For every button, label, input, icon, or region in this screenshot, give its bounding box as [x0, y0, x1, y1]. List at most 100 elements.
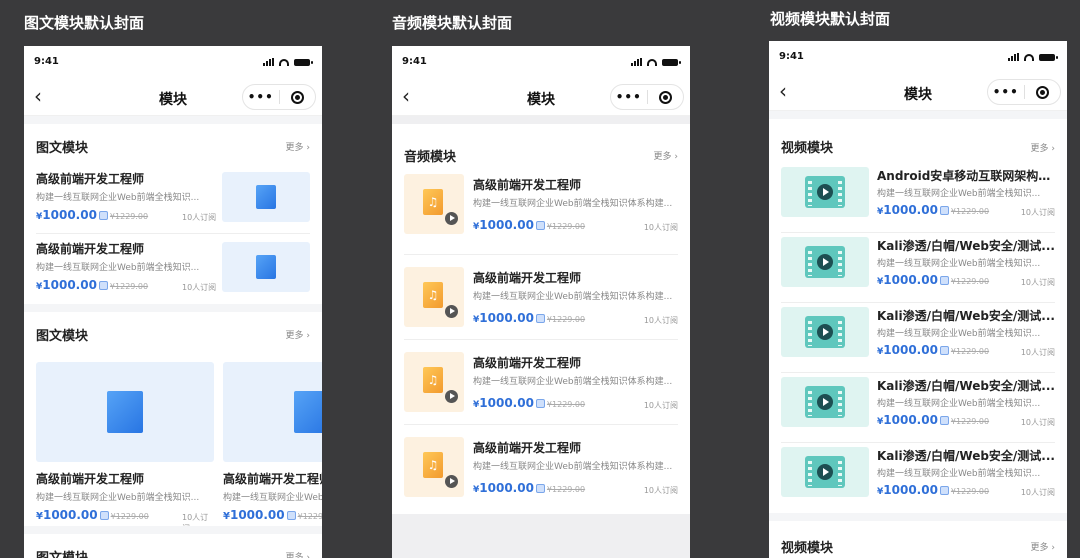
list-item[interactable]: Kali渗透/白帽/Web安全/测试... 构建一线互联网企业Web前端全栈知识…: [781, 373, 1055, 443]
status-time: 9:41: [402, 56, 427, 67]
item-desc: 构建一线互联网企业Web前端全栈知识...: [877, 189, 1041, 199]
music-file-icon: ♫: [423, 282, 443, 308]
document-icon: [294, 391, 322, 433]
audio-thumbnail: ♫: [404, 352, 464, 412]
card-title: 高级前端开发工程师: [36, 472, 145, 486]
play-icon: [445, 305, 458, 318]
more-link[interactable]: 更多 ›: [1031, 540, 1055, 553]
list-item[interactable]: ♫ 高级前端开发工程师 构建一线互联网企业Web前端全栈知识体系构建... ¥1…: [404, 170, 678, 255]
list-item[interactable]: ♫ 高级前端开发工程师 构建一线互联网企业Web前端全栈知识体系构建... ¥1…: [404, 255, 678, 340]
audio-thumbnail: ♫: [404, 174, 464, 234]
item-price: ¥1000.00 ¥1229.00: [473, 481, 586, 495]
video-phone: 9:41 ‹ 模块 ••• 视频模块 更多 › Android安卓移动互联网架构…: [769, 41, 1067, 558]
video-thumbnail: [781, 377, 869, 427]
item-desc: 构建一线互联网企业Web前端全栈知识...: [877, 469, 1041, 479]
list-item[interactable]: Kali渗透/白帽/Web安全/测试... 构建一线互联网企业Web前端全栈知识…: [781, 233, 1055, 303]
video-thumbnail: [781, 307, 869, 357]
battery-icon: [294, 59, 313, 66]
more-link[interactable]: 更多 ›: [286, 328, 310, 341]
item-title: 高级前端开发工程师: [473, 271, 582, 285]
doc-thumbnail: [222, 242, 310, 292]
nav-bar: ‹ 模块 •••: [769, 73, 1067, 111]
document-icon: [256, 255, 276, 279]
close-target-icon[interactable]: [1025, 85, 1061, 99]
item-title: Kali渗透/白帽/Web安全/测试...: [877, 379, 1055, 393]
item-price: ¥1000.00 ¥1229.00: [473, 311, 586, 325]
vip-icon: [939, 206, 949, 215]
item-title: Kali渗透/白帽/Web安全/测试...: [877, 449, 1055, 463]
item-price: ¥1000.00 ¥1229.00: [877, 413, 990, 427]
item-desc: 构建一线互联网企业Web前端全栈知识...: [36, 193, 200, 203]
vip-icon: [535, 399, 545, 408]
play-icon: [817, 464, 833, 480]
doc-section-title: 图文模块默认封面: [24, 14, 145, 32]
list-item[interactable]: Kali渗透/白帽/Web安全/测试... 构建一线互联网企业Web前端全栈知识…: [781, 443, 1055, 513]
item-price: ¥1000.00 ¥1229.00: [36, 278, 149, 292]
item-price: ¥1000.00 ¥1229.00: [473, 396, 586, 410]
play-icon: [817, 394, 833, 410]
block-title: 图文模块: [36, 329, 89, 344]
mini-program-capsule: •••: [610, 84, 684, 110]
document-icon: [256, 185, 276, 209]
list-item[interactable]: 高级前端开发工程师 构建一线互联网企业Web前端全栈知识... ¥1000.00…: [36, 164, 310, 234]
vip-icon: [535, 314, 545, 323]
status-bar: 9:41: [24, 46, 322, 78]
list-item[interactable]: ♫ 高级前端开发工程师 构建一线互联网企业Web前端全栈知识体系构建... ¥1…: [404, 340, 678, 425]
card-price: ¥1000.00 ¥1229.00: [36, 508, 149, 522]
card-desc: 构建一线互联网企业Web前端全栈知识...: [36, 493, 200, 503]
battery-icon: [662, 59, 681, 66]
item-subs: 10人订阅: [1020, 488, 1055, 497]
item-desc: 构建一线互联网企业Web前端全栈知识体系构建...: [473, 199, 673, 209]
more-menu-button[interactable]: •••: [611, 90, 647, 104]
item-desc: 构建一线互联网企业Web前端全栈知识...: [877, 259, 1041, 269]
item-desc: 构建一线互联网企业Web前端全栈知识体系构建...: [473, 292, 673, 302]
list-item[interactable]: 高级前端开发工程师 构建一线互联网企业Web前端全栈知识... ¥1000.00…: [36, 234, 310, 304]
item-title: 高级前端开发工程师: [473, 441, 582, 455]
document-icon: [107, 391, 143, 433]
play-icon: [445, 475, 458, 488]
list-item[interactable]: Kali渗透/白帽/Web安全/测试... 构建一线互联网企业Web前端全栈知识…: [781, 303, 1055, 373]
vip-icon: [939, 416, 949, 425]
item-subs: 10人订阅: [643, 486, 678, 495]
item-title: 高级前端开发工程师: [36, 172, 145, 186]
wifi-icon: [647, 59, 657, 66]
card[interactable]: 高级前端开发工程师 构建一线互联网企业Web前端全栈知识... ¥1000.00…: [36, 362, 214, 526]
video-block: 视频模块 更多 › Android安卓移动互联网架构开... 构建一线互联网企业…: [769, 119, 1067, 513]
close-target-icon[interactable]: [280, 90, 316, 104]
video-section-title: 视频模块默认封面: [770, 10, 891, 28]
item-subs: 10人订阅: [643, 223, 678, 232]
card[interactable]: 高级前端开发工程师 构建一线互联网企业Web前端全栈知识 ¥1000.00¥12…: [223, 362, 322, 522]
item-subs: 10人订阅: [1020, 278, 1055, 287]
status-bar: 9:41: [769, 41, 1067, 73]
status-bar: 9:41: [392, 46, 690, 78]
close-target-icon[interactable]: [648, 90, 684, 104]
more-link[interactable]: 更多 ›: [286, 140, 310, 153]
nav-bar: ‹ 模块 •••: [392, 78, 690, 116]
list-item[interactable]: ♫ 高级前端开发工程师 构建一线互联网企业Web前端全栈知识体系构建... ¥1…: [404, 425, 678, 510]
item-subs: 10人订阅: [1020, 418, 1055, 427]
item-subs: 10人订阅: [182, 283, 217, 292]
item-title: 高级前端开发工程师: [473, 356, 582, 370]
more-link[interactable]: 更多 ›: [1031, 141, 1055, 154]
film-icon: [805, 246, 845, 278]
more-menu-button[interactable]: •••: [988, 85, 1024, 99]
status-time: 9:41: [34, 56, 59, 67]
doc-block-cards: 图文模块 更多 › 高级前端开发工程师 构建一线互联网企业Web前端全栈知识..…: [24, 312, 322, 526]
doc-block-3: 图文模块 更多 ›: [24, 534, 322, 558]
signal-icon: [631, 58, 642, 66]
mini-program-capsule: •••: [242, 84, 316, 110]
nav-bar: ‹ 模块 •••: [24, 78, 322, 116]
list-item[interactable]: Android安卓移动互联网架构开... 构建一线互联网企业Web前端全栈知识.…: [781, 163, 1055, 233]
item-subs: 10人订阅: [1020, 208, 1055, 217]
block-title: 图文模块: [36, 547, 88, 558]
item-subs: 10人订阅: [643, 316, 678, 325]
more-link[interactable]: 更多 ›: [654, 149, 678, 162]
card-price: ¥1000.00¥1229.0: [223, 508, 322, 522]
more-link[interactable]: 更多 ›: [286, 550, 310, 558]
video-thumbnail: [781, 237, 869, 287]
card-desc: 构建一线互联网企业Web前端全栈知识: [223, 493, 322, 503]
item-title: Kali渗透/白帽/Web安全/测试...: [877, 309, 1055, 323]
film-icon: [805, 456, 845, 488]
more-menu-button[interactable]: •••: [243, 90, 279, 104]
wifi-icon: [1024, 54, 1034, 61]
